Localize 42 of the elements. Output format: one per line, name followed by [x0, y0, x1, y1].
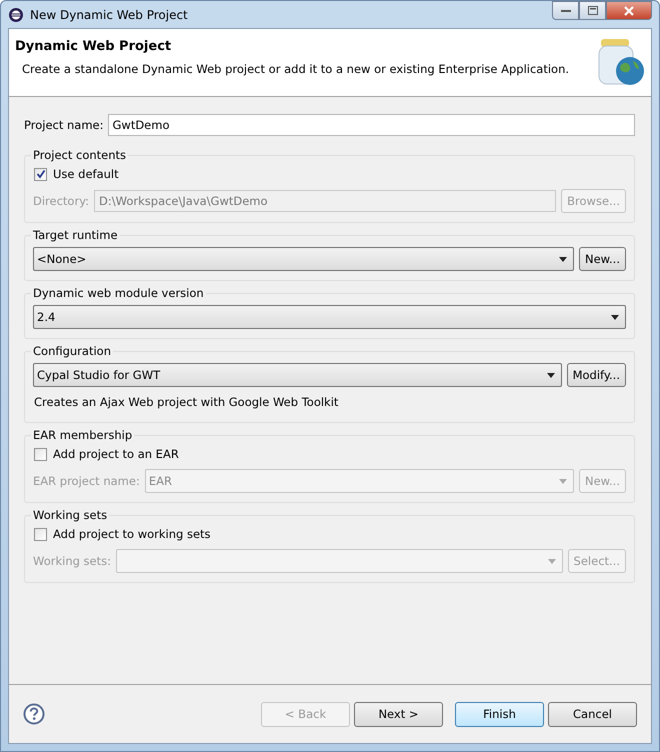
close-icon: [624, 6, 634, 16]
group-title: Dynamic web module version: [32, 286, 205, 300]
description-text: Creates an Ajax Web project with Google Web Toolkit: [34, 395, 340, 409]
dropdown-arrow-icon: [559, 256, 567, 262]
group-title: Configuration: [32, 344, 112, 358]
dropdown[interactable]: <None>: [33, 247, 574, 271]
wizard-description: Create a standalone Dynamic Web project or add it to a new or existing Enterprise Application.: [22, 62, 570, 76]
project-name-field[interactable]: GwtDemo: [108, 114, 635, 136]
field-label: Directory:: [33, 194, 90, 208]
maximize-icon: [588, 6, 598, 15]
dropdown-arrow-icon: [611, 314, 619, 320]
close-button[interactable]: [606, 1, 652, 20]
group-button[interactable]: New...: [579, 247, 626, 271]
maximize-button[interactable]: [579, 1, 606, 20]
group-title: Target runtime: [32, 228, 119, 242]
minimize-icon: [560, 8, 570, 12]
checkbox[interactable]: [34, 448, 47, 460]
checkbox-label: Add project to working sets: [53, 527, 211, 541]
checkbox-label: Add project to an EAR: [53, 447, 179, 461]
project-name-label: Project name:: [24, 118, 104, 132]
wizard-title: Dynamic Web Project: [15, 39, 172, 54]
dropdown-arrow-icon: [546, 372, 555, 378]
checkbox[interactable]: [34, 528, 47, 540]
field-label: EAR project name:: [33, 474, 140, 488]
field-label: Working sets:: [33, 554, 112, 568]
group-button[interactable]: Modify...: [566, 363, 626, 387]
eclipse-icon: [8, 6, 24, 22]
minimize-button[interactable]: [552, 1, 579, 20]
checkbox-label: Use default: [53, 167, 119, 181]
wizard-button[interactable]: Cancel: [548, 702, 637, 726]
wizard-button[interactable]: Finish: [455, 702, 544, 726]
checkbox[interactable]: [34, 168, 47, 180]
group-title: Working sets: [32, 508, 108, 522]
group-title: EAR membership: [32, 428, 134, 442]
dropdown-arrow-icon: [548, 558, 556, 564]
group-title: Project contents: [32, 148, 128, 162]
dropdown[interactable]: Cypal Studio for GWT: [33, 363, 562, 387]
dropdown[interactable]: 2.4: [33, 305, 626, 329]
window-title: New Dynamic Web Project: [30, 8, 188, 22]
dropdown-arrow-icon: [559, 478, 567, 484]
help-icon[interactable]: [23, 703, 45, 725]
wizard-button[interactable]: Next >: [354, 702, 443, 726]
